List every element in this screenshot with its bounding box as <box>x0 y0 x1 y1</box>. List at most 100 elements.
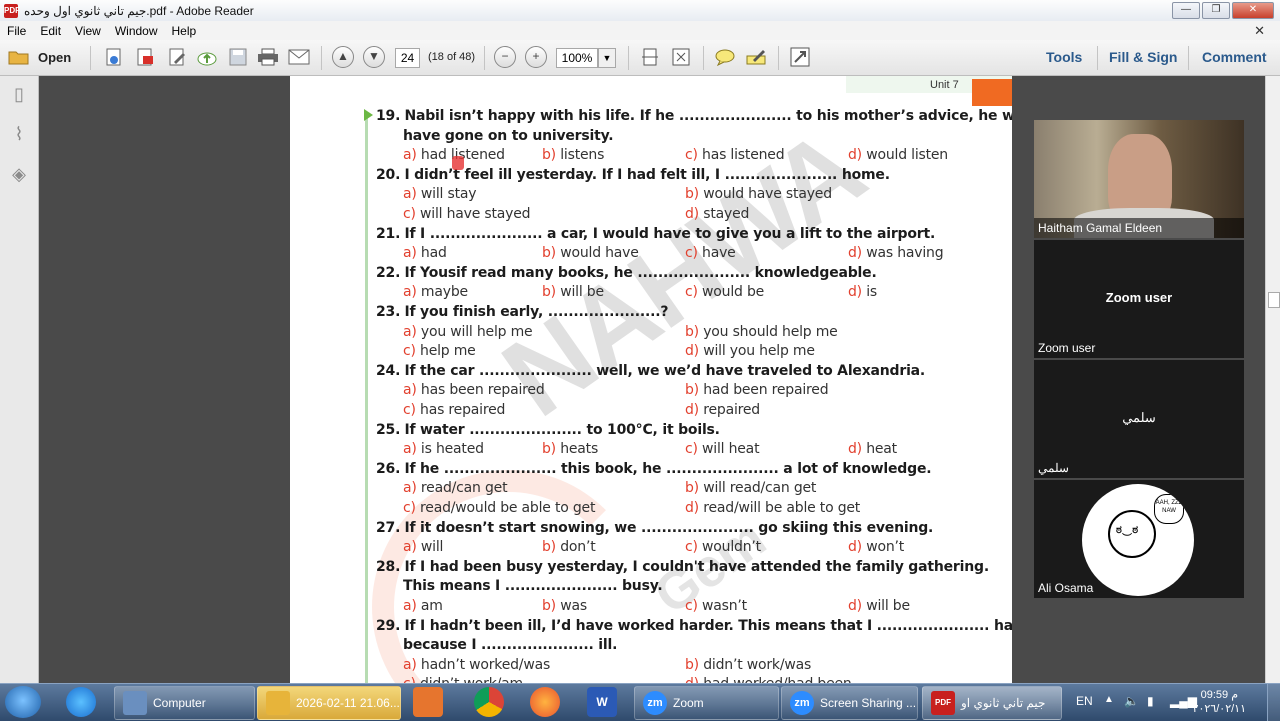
option-text: help me <box>420 343 476 360</box>
question-text: 28. If I had been busy yesterday, I coul… <box>376 559 989 575</box>
word-icon[interactable]: W <box>587 687 617 717</box>
minimize-button[interactable]: — <box>1172 2 1200 19</box>
taskbar-computer[interactable]: Computer <box>114 686 255 720</box>
question-line: Nabil isn’t happy with his life. If he .… <box>404 108 1012 124</box>
page-thumbnails-icon[interactable]: ▯ <box>9 84 29 104</box>
participant-tile-2[interactable]: Zoom user Zoom user <box>1034 240 1244 358</box>
highlight-icon[interactable] <box>744 46 768 68</box>
next-page-button[interactable]: ▼ <box>363 46 385 68</box>
open-button[interactable]: Open <box>8 46 71 68</box>
attachments-paperclip-icon[interactable]: ⌇ <box>9 124 29 144</box>
computer-icon <box>123 691 147 715</box>
print-icon[interactable] <box>257 46 279 68</box>
chrome-icon[interactable] <box>474 687 504 717</box>
answer-option: d) repaired <box>685 402 760 418</box>
internet-explorer-icon[interactable] <box>66 687 96 717</box>
taskbar-folder[interactable]: 2026-02-11 21.06... <box>257 686 401 720</box>
menu-window[interactable]: Window <box>108 24 165 38</box>
option-text: wouldn’t <box>702 539 761 556</box>
close-button[interactable]: ✕ <box>1232 2 1274 19</box>
answer-option: b) would have <box>542 245 639 261</box>
menu-file[interactable]: File <box>0 24 33 38</box>
menu-view[interactable]: View <box>68 24 108 38</box>
edit-pdf-icon[interactable] <box>166 46 188 68</box>
question-number: 24. <box>376 362 401 379</box>
option-text: will be <box>560 284 604 301</box>
option-letter: a) <box>403 598 417 614</box>
option-text: has repaired <box>420 402 506 418</box>
tools-link[interactable]: Tools <box>1046 49 1082 65</box>
taskbar-zoom[interactable]: zm Zoom <box>634 686 779 720</box>
option-text: read/can get <box>420 480 508 497</box>
option-text: will you help me <box>703 343 815 360</box>
page-number-input[interactable]: 24 <box>395 48 420 68</box>
answer-option: c) didn’t work/am <box>403 676 523 683</box>
option-letter: d) <box>685 500 699 516</box>
export-pdf-icon[interactable] <box>134 46 156 68</box>
system-clock[interactable]: 09:59 م ٢٠٢٦/٠٢/١١ <box>1193 688 1246 716</box>
media-player-icon[interactable] <box>413 687 443 717</box>
menu-edit[interactable]: Edit <box>33 24 68 38</box>
option-text: won’t <box>866 539 905 556</box>
option-text: wasn’t <box>702 598 747 614</box>
zoom-level-input[interactable]: 100% <box>556 48 598 68</box>
expand-icon[interactable] <box>788 46 812 68</box>
maximize-button[interactable]: ❐ <box>1202 2 1230 19</box>
window-title: جيم تاني ثانوي اول وحده.pdf - Adobe Read… <box>24 3 254 18</box>
option-letter: d) <box>848 284 862 301</box>
option-letter: c) <box>403 500 416 516</box>
zoom-out-button[interactable]: − <box>494 46 516 68</box>
question-line: If water ...................... to 100°C… <box>404 421 720 438</box>
participant-tile-1[interactable]: Haitham Gamal Eldeen <box>1034 120 1244 238</box>
participant-center-name: سلمي <box>1122 410 1156 425</box>
full-screen-fit-icon[interactable] <box>670 46 692 68</box>
menu-help[interactable]: Help <box>165 24 204 38</box>
fit-page-icon[interactable] <box>639 46 661 68</box>
option-letter: a) <box>403 656 417 673</box>
question-text: 26. If he ...................... this bo… <box>376 460 932 477</box>
option-letter: d) <box>848 598 862 614</box>
option-letter: b) <box>685 480 699 497</box>
previous-page-button[interactable]: ▲ <box>332 46 354 68</box>
question-number: 26. <box>376 460 401 477</box>
clock-time: 09:59 م <box>1200 689 1238 701</box>
zoom-icon: zm <box>790 691 814 715</box>
option-letter: b) <box>542 147 556 164</box>
layers-icon[interactable]: ◈ <box>9 164 29 184</box>
volume-icon[interactable]: 🔈 <box>1124 694 1139 708</box>
sticky-note-icon[interactable] <box>713 46 737 68</box>
option-letter: a) <box>403 186 417 203</box>
save-icon[interactable] <box>227 46 249 68</box>
taskbar-adobe-reader[interactable]: PDF جيم تاني ثانوي او <box>922 686 1062 720</box>
option-text: you will help me <box>420 323 533 340</box>
language-indicator[interactable]: EN <box>1076 694 1093 708</box>
question-line: If you finish early, ...................… <box>404 304 669 320</box>
arrow-marker-icon <box>364 109 373 121</box>
zoom-in-button[interactable]: + <box>525 46 547 68</box>
tray-expand-icon[interactable]: ▲ <box>1104 694 1114 705</box>
option-text: hadn’t worked/was <box>420 656 551 673</box>
participant-tile-4[interactable]: ಠ‿ಠ AAH, ZZZ NAW Ali Osama <box>1034 480 1244 598</box>
fill-sign-link[interactable]: Fill & Sign <box>1109 49 1177 65</box>
taskbar-screen-sharing[interactable]: zm Screen Sharing ... <box>781 686 918 720</box>
show-desktop-button[interactable] <box>1267 684 1280 721</box>
vertical-scrollbar[interactable] <box>1265 76 1280 683</box>
upload-cloud-icon[interactable] <box>196 46 218 68</box>
option-letter: a) <box>403 245 417 262</box>
option-letter: b) <box>542 539 556 556</box>
firefox-icon[interactable] <box>530 687 560 717</box>
email-icon[interactable] <box>288 46 310 68</box>
option-text: stayed <box>703 206 750 222</box>
comment-link[interactable]: Comment <box>1202 49 1267 65</box>
start-button-windows-icon[interactable] <box>5 686 41 718</box>
navigation-pane: ▯ ⌇ ◈ <box>0 76 39 683</box>
question-text: 21. If I ...................... a car, I… <box>376 226 935 242</box>
document-close-icon[interactable]: ✕ <box>1247 23 1272 39</box>
answer-option: b) don’t <box>542 539 596 556</box>
zoom-dropdown-chevron-icon[interactable]: ▼ <box>598 48 616 68</box>
option-letter: c) <box>403 402 416 418</box>
participant-tile-3[interactable]: سلمي سلمي <box>1034 360 1244 478</box>
create-pdf-icon[interactable] <box>103 46 125 68</box>
question-text: because I ...................... ill. <box>403 637 617 653</box>
network-icon[interactable]: ▮ <box>1147 694 1154 708</box>
